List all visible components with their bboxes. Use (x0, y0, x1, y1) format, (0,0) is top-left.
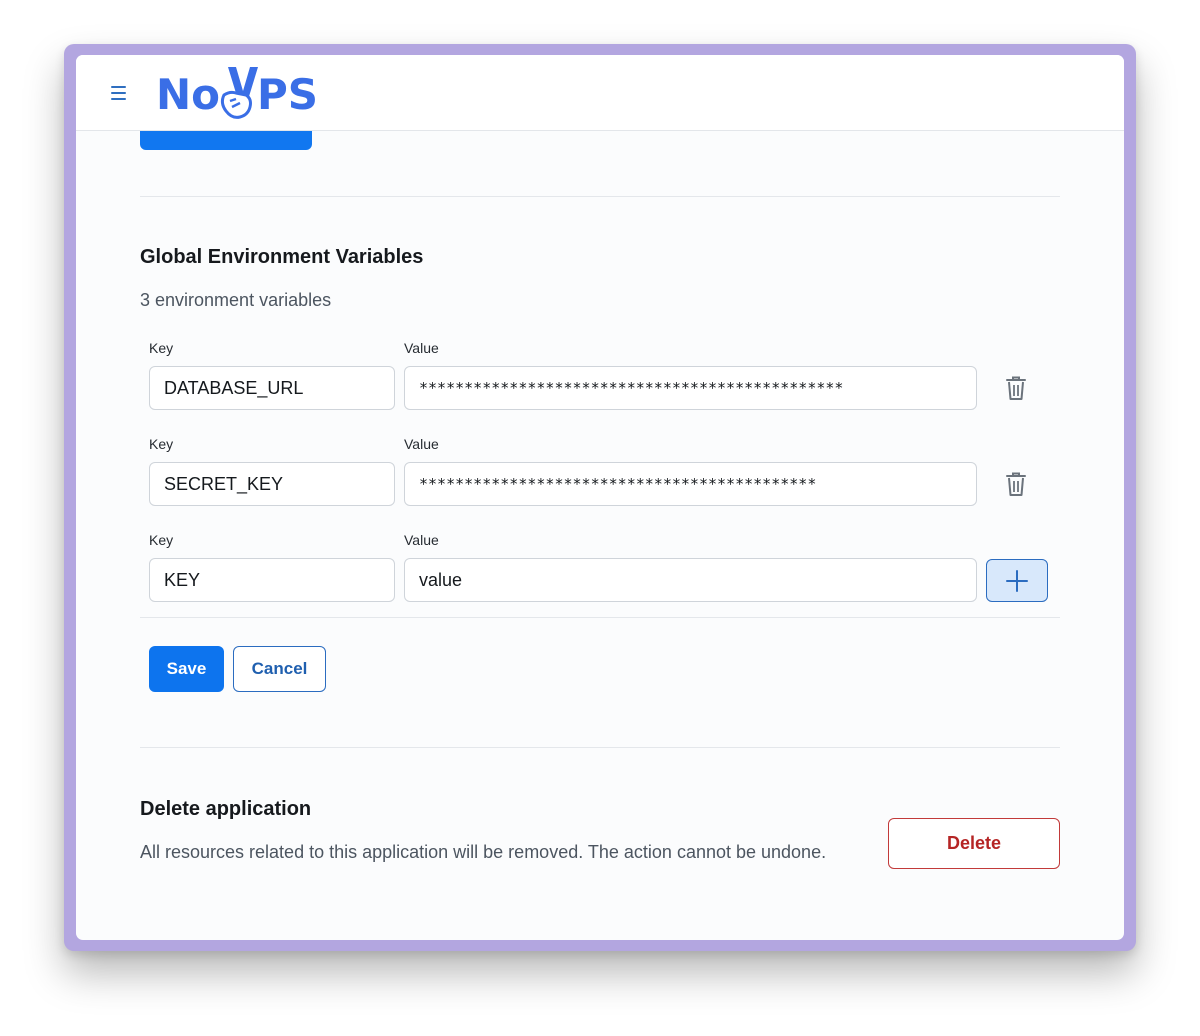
delete-application-button[interactable]: Delete (888, 818, 1060, 869)
value-label: Value (404, 340, 439, 356)
form-divider (140, 617, 1060, 618)
section-divider (140, 747, 1060, 748)
trash-icon[interactable] (1004, 471, 1028, 497)
novps-logo[interactable]: No PS (156, 65, 321, 123)
delete-section-title: Delete application (140, 798, 312, 820)
new-key-input[interactable]: KEY (149, 558, 395, 602)
save-button[interactable]: Save (149, 646, 224, 692)
svg-text:PS: PS (257, 70, 318, 119)
env-value-input[interactable]: ****************************************… (404, 462, 977, 506)
env-section-title: Global Environment Variables (140, 246, 424, 268)
section-divider (140, 196, 1060, 197)
value-label: Value (404, 436, 439, 452)
hamburger-menu-icon[interactable] (109, 83, 129, 103)
plus-icon (1006, 570, 1028, 592)
new-key-label: Key (149, 532, 174, 548)
new-value-input[interactable]: value (404, 558, 977, 602)
svg-text:No: No (156, 70, 220, 119)
env-count-text: 3 environment variables (140, 290, 332, 310)
env-value-input[interactable]: ****************************************… (404, 366, 977, 410)
key-label: Key (149, 340, 174, 356)
cancel-button[interactable]: Cancel (233, 646, 326, 692)
env-key-input[interactable]: SECRET_KEY (149, 462, 395, 506)
new-value-label: Value (404, 532, 439, 548)
trash-icon[interactable] (1004, 375, 1028, 401)
add-variable-button[interactable] (986, 559, 1048, 602)
top-header: No PS (76, 55, 1124, 131)
delete-description: All resources related to this applicatio… (140, 842, 827, 862)
app-window: No PS Global Environment Variables 3 env… (76, 55, 1124, 940)
env-key-input[interactable]: DATABASE_URL (149, 366, 395, 410)
key-label: Key (149, 436, 174, 452)
